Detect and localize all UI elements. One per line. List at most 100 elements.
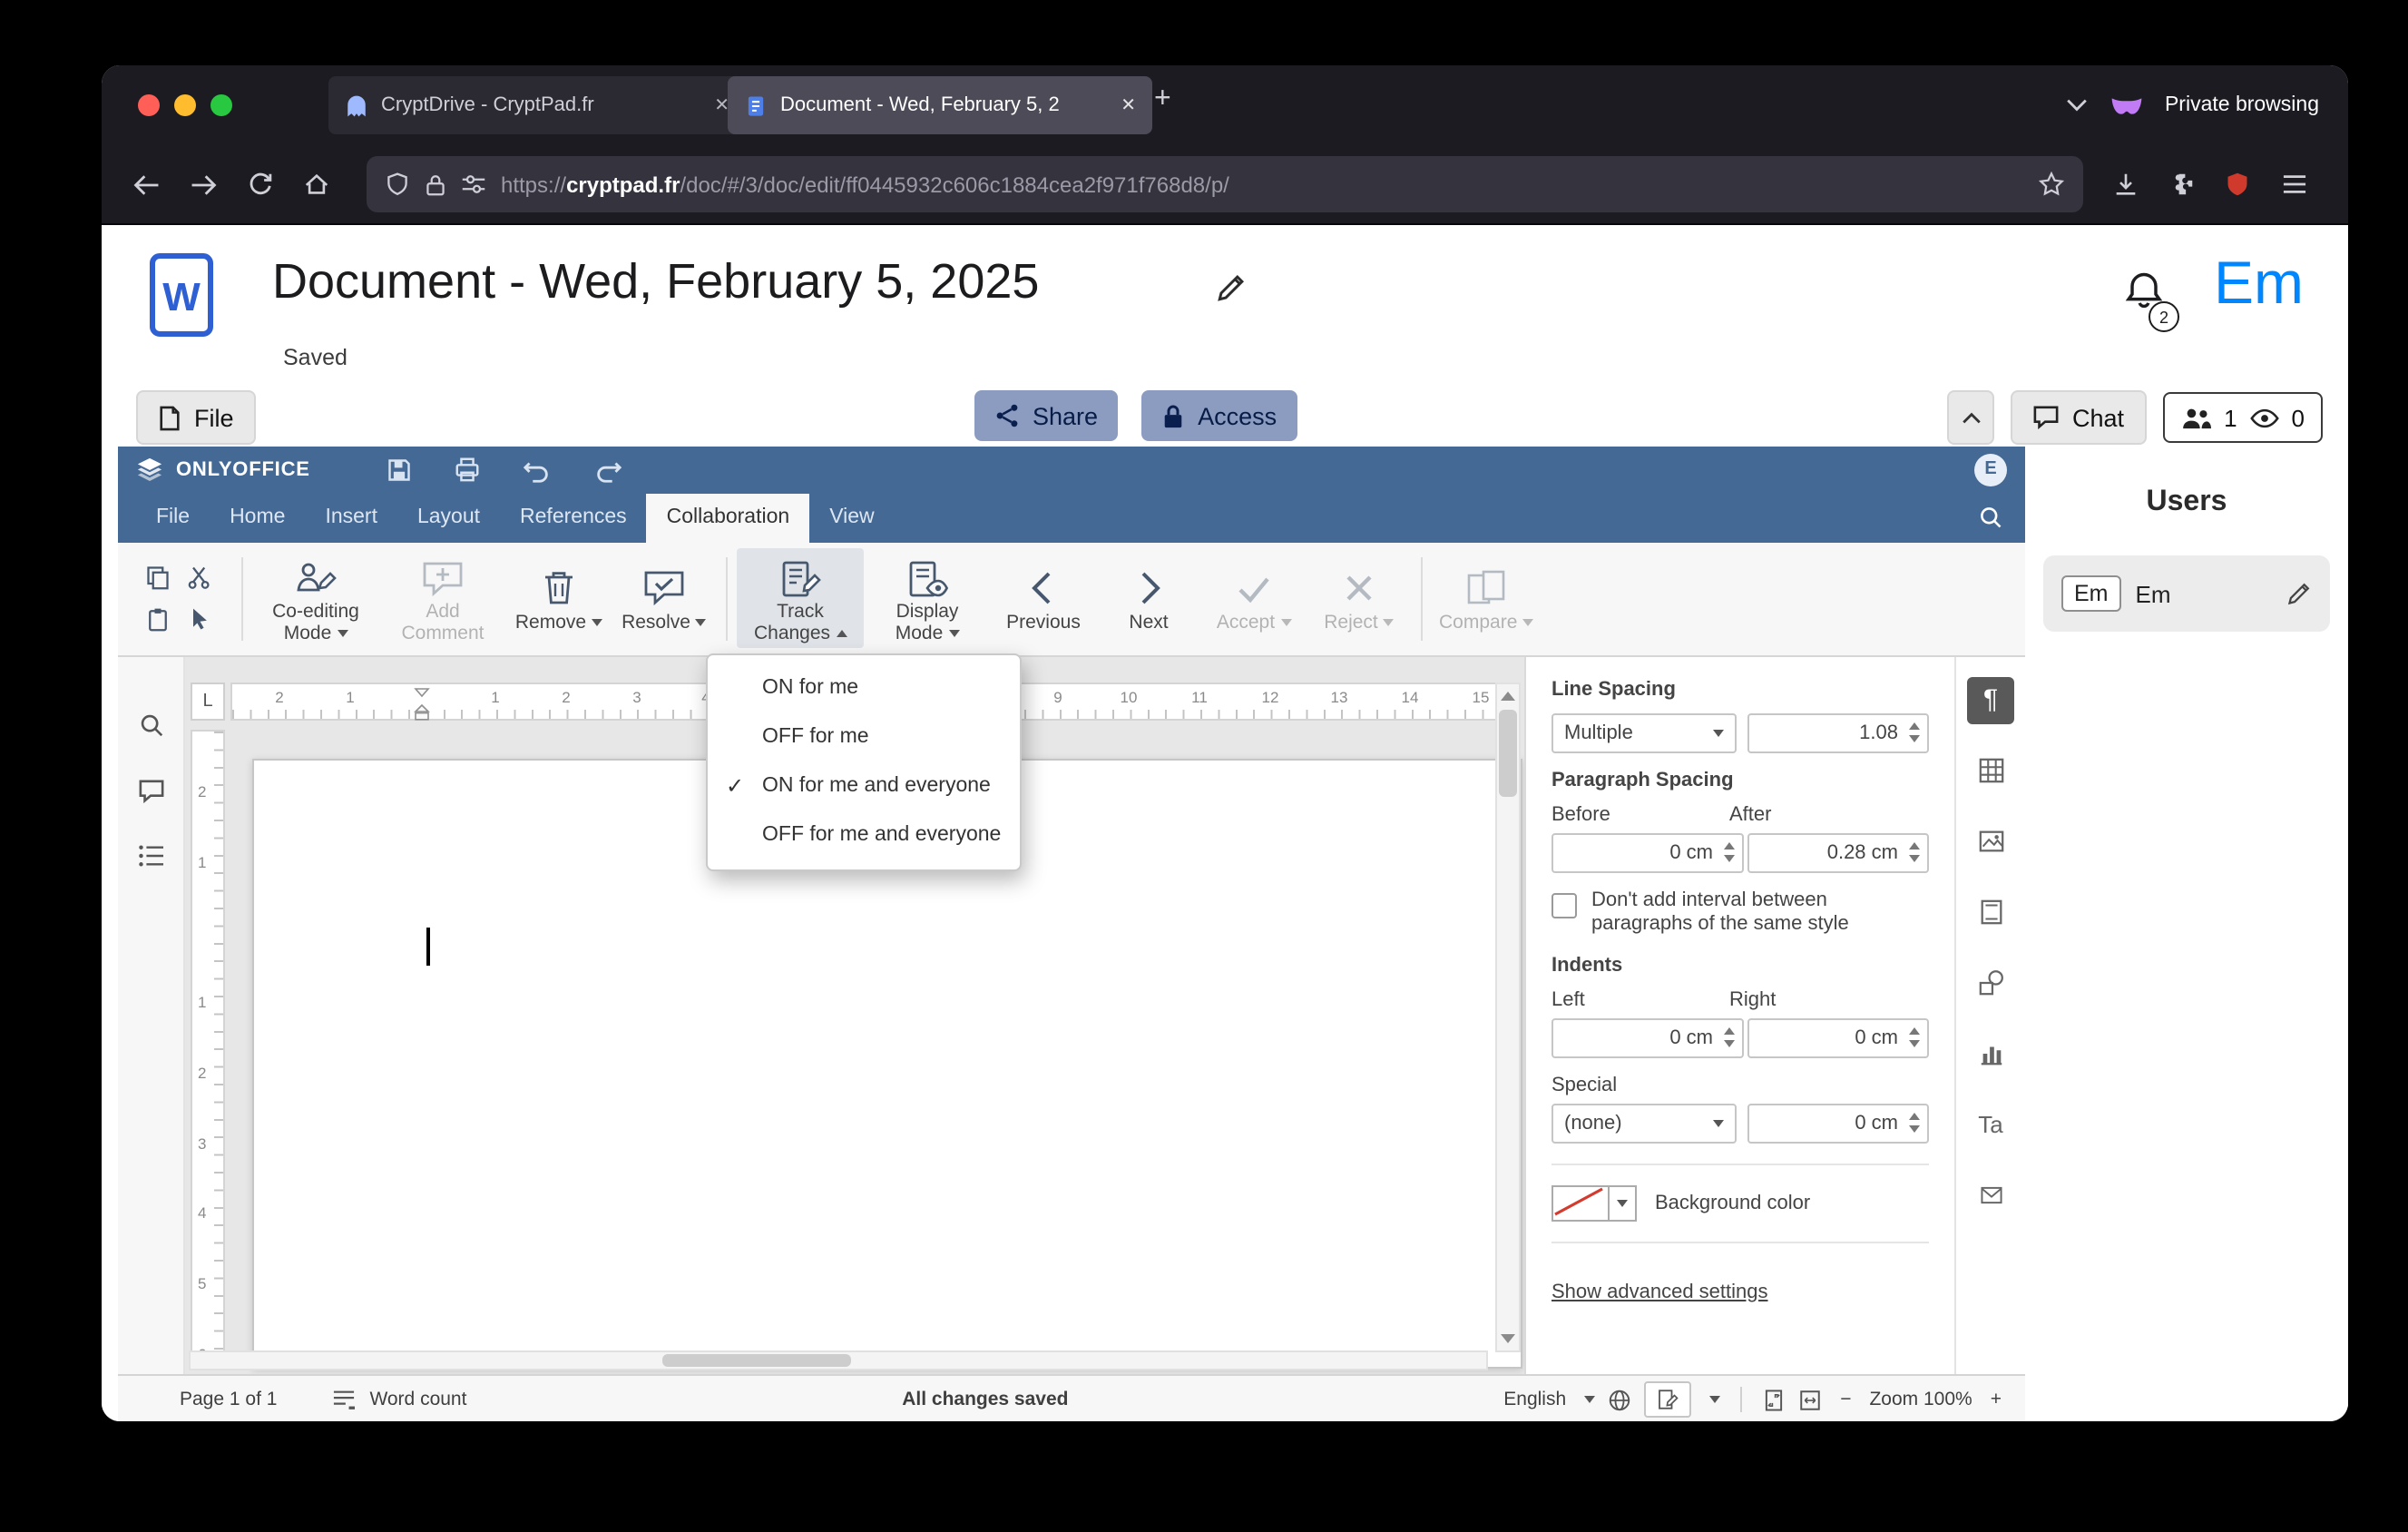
display-mode-button[interactable]: Display Mode — [864, 548, 991, 648]
color-swatch[interactable] — [1551, 1184, 1610, 1222]
vertical-ruler[interactable]: 2 1 1 2 3 4 5 6 — [191, 729, 225, 1362]
chart-settings-icon[interactable] — [1967, 1030, 2014, 1077]
globe-icon[interactable] — [1608, 1388, 1631, 1411]
vertical-scrollbar[interactable] — [1495, 682, 1521, 1353]
menu-hamburger-icon[interactable] — [2270, 161, 2317, 208]
scrollbar-thumb[interactable] — [662, 1354, 851, 1368]
user-list-item[interactable]: Em Em — [2043, 555, 2330, 632]
editor-search-icon[interactable] — [1978, 505, 2003, 530]
menu-item-off-for-me[interactable]: OFF for me — [708, 713, 1020, 762]
background-color-picker[interactable] — [1551, 1184, 1637, 1222]
spacing-before-spinner[interactable]: 0 cm — [1551, 832, 1744, 873]
tab-references[interactable]: References — [500, 494, 647, 543]
interval-checkbox-row[interactable]: Don't add interval between paragraphs of… — [1551, 889, 1929, 936]
line-spacing-spinner[interactable]: 1.08 — [1747, 712, 1929, 753]
bookmark-star-icon[interactable] — [2038, 171, 2065, 198]
zoom-window-button[interactable] — [210, 94, 232, 116]
table-settings-icon[interactable] — [1967, 747, 2014, 794]
tab-cryptdrive[interactable]: CryptDrive - CryptPad.fr ✕ — [328, 76, 746, 134]
horizontal-scrollbar[interactable] — [189, 1350, 1488, 1371]
redo-icon[interactable] — [593, 457, 622, 483]
access-button[interactable]: Access — [1141, 390, 1297, 441]
language-label[interactable]: English — [1503, 1389, 1566, 1410]
track-changes-button[interactable]: Track Changes — [737, 548, 864, 649]
indent-right-spinner[interactable]: 0 cm — [1747, 1017, 1929, 1058]
mail-merge-icon[interactable] — [1967, 1172, 2014, 1219]
navigation-panel-icon[interactable] — [137, 843, 164, 867]
next-change-button[interactable]: Next — [1096, 559, 1201, 638]
minimize-window-button[interactable] — [174, 94, 196, 116]
presence-indicator[interactable]: 1 0 — [2162, 392, 2323, 443]
track-status-caret-icon[interactable] — [1709, 1396, 1721, 1404]
paragraph-settings-icon[interactable]: ¶ — [1967, 676, 2014, 724]
textart-settings-icon[interactable]: Ta — [1967, 1101, 2014, 1148]
image-settings-icon[interactable] — [1967, 818, 2014, 865]
print-icon[interactable] — [454, 457, 481, 484]
menu-item-off-for-everyone[interactable]: OFF for me and everyone — [708, 811, 1020, 860]
tab-insert[interactable]: Insert — [305, 494, 397, 543]
scrollbar-thumb[interactable] — [1499, 709, 1517, 797]
rename-pencil-icon[interactable] — [1216, 272, 1247, 303]
tab-layout[interactable]: Layout — [397, 494, 500, 543]
list-tabs-chevron-icon[interactable] — [2065, 98, 2089, 113]
back-icon[interactable] — [123, 161, 171, 208]
line-spacing-select[interactable]: Multiple — [1551, 712, 1737, 753]
coediting-mode-button[interactable]: Co-editing Mode — [252, 548, 379, 648]
word-count-label[interactable]: Word count — [369, 1389, 466, 1410]
paste-icon[interactable] — [140, 601, 176, 637]
zoom-level[interactable]: Zoom 100% — [1869, 1389, 1972, 1410]
tab-view[interactable]: View — [809, 494, 894, 543]
zoom-out-button[interactable]: − — [1840, 1389, 1851, 1410]
fit-width-icon[interactable] — [1798, 1388, 1822, 1411]
color-swatch-caret[interactable] — [1610, 1184, 1637, 1222]
tab-home[interactable]: Home — [210, 494, 305, 543]
checkbox[interactable] — [1551, 892, 1577, 918]
indent-marker[interactable] — [414, 687, 430, 722]
scroll-up-arrow[interactable] — [1501, 691, 1515, 701]
indent-left-spinner[interactable]: 0 cm — [1551, 1017, 1744, 1058]
url-text[interactable]: https://cryptpad.fr/doc/#/3/doc/edit/ff0… — [501, 172, 2023, 197]
resolve-button[interactable]: Resolve — [612, 559, 717, 638]
track-changes-status-button[interactable] — [1644, 1381, 1692, 1419]
forward-icon[interactable] — [180, 161, 227, 208]
fit-page-icon[interactable] — [1762, 1388, 1786, 1411]
special-select[interactable]: (none) — [1551, 1103, 1737, 1144]
menu-item-on-for-everyone[interactable]: ✓ ON for me and everyone — [708, 762, 1020, 811]
save-icon[interactable] — [387, 457, 412, 483]
account-avatar[interactable]: Em — [2214, 249, 2304, 318]
shield-icon[interactable] — [385, 171, 410, 198]
comments-panel-icon[interactable] — [137, 778, 164, 803]
share-button[interactable]: Share — [974, 390, 1119, 441]
url-bar[interactable]: https://cryptpad.fr/doc/#/3/doc/edit/ff0… — [367, 156, 2083, 212]
edit-name-pencil-icon[interactable] — [2286, 581, 2312, 606]
previous-change-button[interactable]: Previous — [991, 559, 1096, 638]
page-indicator[interactable]: Page 1 of 1 — [180, 1389, 277, 1410]
permissions-icon[interactable] — [461, 172, 486, 196]
lock-icon[interactable] — [425, 172, 446, 197]
advanced-settings-link[interactable]: Show advanced settings — [1551, 1281, 1768, 1302]
undo-icon[interactable] — [523, 457, 552, 483]
shape-settings-icon[interactable] — [1967, 959, 2014, 1007]
menu-item-on-for-me[interactable]: ON for me — [708, 664, 1020, 713]
home-icon[interactable] — [292, 161, 339, 208]
tab-document-active[interactable]: Document - Wed, February 5, 2 ✕ — [728, 76, 1152, 134]
collapse-toolbar-button[interactable] — [1947, 390, 1994, 445]
close-window-button[interactable] — [138, 94, 160, 116]
language-caret-icon[interactable] — [1584, 1396, 1596, 1404]
ublock-icon[interactable] — [2214, 161, 2261, 208]
select-all-icon[interactable] — [181, 601, 218, 637]
scroll-down-arrow[interactable] — [1501, 1334, 1515, 1344]
tab-close-icon[interactable]: ✕ — [1121, 95, 1136, 115]
header-footer-settings-icon[interactable] — [1967, 889, 2014, 936]
find-icon[interactable] — [137, 711, 164, 738]
cut-icon[interactable] — [181, 559, 218, 595]
chat-button[interactable]: Chat — [2011, 390, 2147, 445]
spacing-after-spinner[interactable]: 0.28 cm — [1747, 832, 1929, 873]
remove-button[interactable]: Remove — [506, 559, 612, 638]
copy-icon[interactable] — [140, 559, 176, 595]
file-button[interactable]: File — [136, 390, 256, 445]
zoom-in-button[interactable]: + — [1991, 1389, 2002, 1410]
tab-collaboration[interactable]: Collaboration — [646, 493, 810, 543]
tab-stop-selector[interactable]: L — [191, 682, 225, 721]
editor-user-avatar[interactable]: E — [1974, 453, 2007, 486]
